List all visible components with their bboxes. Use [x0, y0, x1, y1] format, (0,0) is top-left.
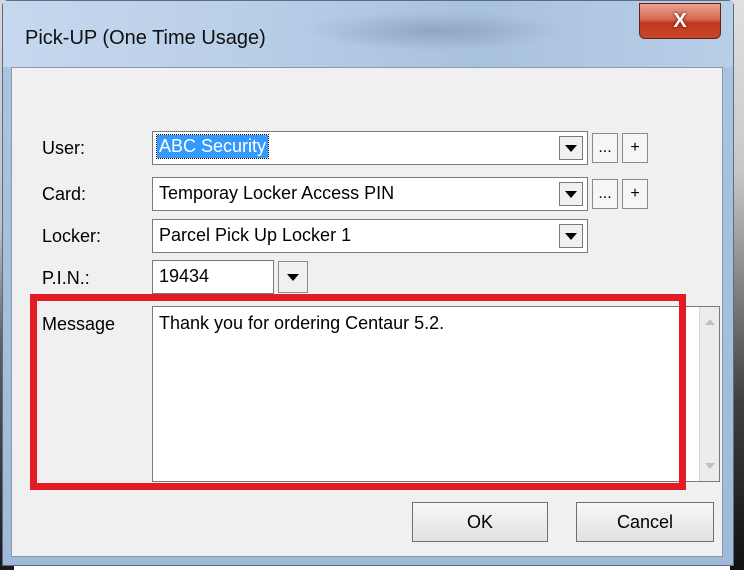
user-browse-button[interactable]: ... — [592, 133, 618, 163]
locker-value: Parcel Pick Up Locker 1 — [159, 225, 352, 245]
chevron-down-icon — [565, 190, 577, 198]
pin-value: 19434 — [159, 266, 210, 286]
ok-button[interactable]: OK — [412, 502, 548, 542]
card-dropdown[interactable]: Temporay Locker Access PIN — [152, 177, 588, 211]
scroll-up-icon[interactable] — [705, 319, 715, 325]
card-value: Temporay Locker Access PIN — [159, 183, 395, 203]
user-dropdown-button[interactable] — [559, 136, 583, 160]
title-bar[interactable]: Pick-UP (One Time Usage) X — [3, 1, 733, 67]
window-title: Pick-UP (One Time Usage) — [25, 27, 266, 49]
user-value: ABC Security — [155, 134, 270, 159]
pin-dropdown-button[interactable] — [278, 261, 308, 293]
card-dropdown-button[interactable] — [559, 182, 583, 206]
pin-field[interactable]: 19434 — [152, 260, 274, 294]
locker-label: Locker: — [42, 226, 102, 246]
card-browse-button[interactable]: ... — [592, 179, 618, 209]
user-label: User: — [42, 138, 86, 158]
dialog-body: User: ABC Security ... + Card: Temporay … — [11, 67, 723, 557]
scroll-down-icon[interactable] — [705, 463, 715, 469]
dialog-window: Pick-UP (One Time Usage) X User: ABC Sec… — [2, 0, 734, 566]
close-icon: X — [673, 9, 687, 32]
card-label: Card: — [42, 184, 87, 204]
chevron-down-icon — [287, 273, 299, 281]
chevron-down-icon — [565, 232, 577, 240]
message-label: Message — [42, 314, 116, 334]
user-add-button[interactable]: + — [622, 133, 648, 163]
cancel-button[interactable]: Cancel — [576, 502, 714, 542]
message-textarea[interactable]: Thank you for ordering Centaur 5.2. — [152, 306, 720, 482]
message-text: Thank you for ordering Centaur 5.2. — [159, 313, 445, 333]
chevron-down-icon — [565, 144, 577, 152]
pin-label: P.I.N.: — [42, 268, 90, 288]
locker-dropdown-button[interactable] — [559, 224, 583, 248]
title-bar-glow — [303, 11, 563, 51]
user-dropdown[interactable]: ABC Security — [152, 131, 588, 165]
close-button[interactable]: X — [639, 3, 721, 39]
message-scrollbar[interactable] — [699, 307, 719, 481]
locker-dropdown[interactable]: Parcel Pick Up Locker 1 — [152, 219, 588, 253]
card-add-button[interactable]: + — [622, 179, 648, 209]
